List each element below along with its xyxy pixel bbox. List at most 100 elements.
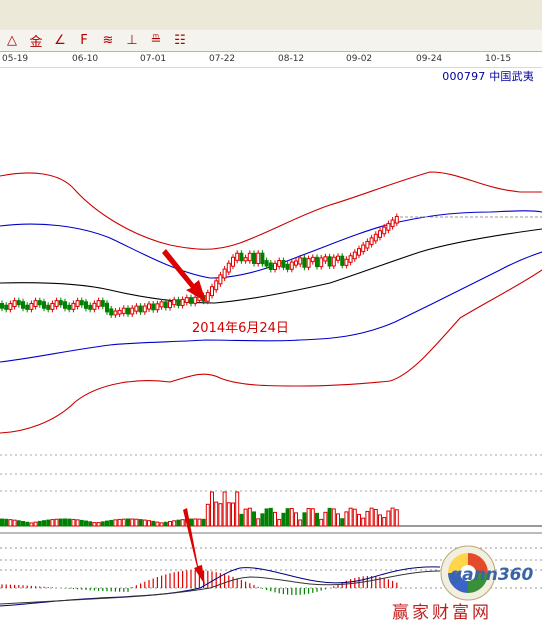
volume-bar [71,518,76,527]
volume-bar [294,512,298,527]
volume-bar [142,519,147,527]
volume-bar [306,508,311,527]
candle-body [168,301,172,309]
candle-body [121,307,126,314]
volume-bar [126,518,130,527]
watermark-slogan: 赢家财富网 [392,603,492,623]
candle-body [117,309,122,315]
volume-bar [109,519,114,527]
volume-bar [96,522,101,527]
candle-body [105,302,109,313]
candle-body [12,300,17,308]
volume-bar [25,521,30,527]
candle-body [37,300,42,306]
candle-body [4,304,9,310]
volume-bar [37,520,42,527]
volume-bar [201,518,206,527]
volume-bar [365,510,370,527]
candle-body [340,255,345,266]
candle-body [151,303,156,311]
date-annotation: 2014年6月24日 [192,321,289,336]
candle-body [289,261,294,270]
candle-body [365,240,370,249]
candle-body [29,303,34,310]
candle-body [273,262,277,270]
volume-bar [8,519,13,527]
candle-body [373,233,378,242]
volume-bar [239,513,244,527]
volume-bar [33,521,38,527]
volume-bar [357,513,361,527]
candle-body [352,251,357,260]
volume-bar [75,519,80,527]
candle-body [369,237,374,245]
volume-bar [67,518,72,527]
watermark-brand: gann360 [450,565,534,585]
volume-bar [105,520,109,527]
volume-bar [130,518,135,527]
candle-body [260,252,265,265]
candle-body [298,257,303,265]
volume-bar [214,501,219,527]
volume-bar [222,491,227,527]
volume-bar [121,518,126,527]
candle-body [130,307,135,315]
candle-body [319,257,324,268]
candle-body [247,252,252,262]
volume-bar [352,508,357,527]
volume-bar [336,513,340,527]
candle-body [58,300,63,306]
volume-bar [46,519,51,527]
volume-bar [285,508,290,527]
volume-bar [243,508,248,527]
candle-body [50,302,55,310]
volume-bar [21,520,25,527]
candle-body [96,300,101,307]
candle-body [222,268,227,279]
candle-body [172,299,177,306]
volume-bar [210,491,214,527]
candle-body [71,302,76,310]
volume-bar [323,511,328,527]
kline-chart[interactable] [0,0,542,626]
candle-body [54,300,59,307]
volume-bar [344,511,349,527]
candle-body [88,304,93,310]
volume-bar [92,522,97,527]
volume-bar [256,518,261,527]
candle-body [268,262,273,270]
volume-bar [58,518,63,527]
candle-body [126,307,130,315]
candle-body [63,301,67,309]
volume-bar [134,518,139,527]
volume-bar [394,509,399,527]
candle-body [394,215,399,224]
candlesticks [0,213,399,318]
volume-bar [260,513,265,527]
volume-bar [289,508,294,527]
candle-body [67,304,72,310]
volume-bar [151,520,156,527]
candle-body [218,274,223,285]
candle-body [210,286,214,297]
volume-bar [172,520,177,527]
candle-body [386,223,391,231]
volume-bar [29,522,34,527]
candle-body [348,255,353,263]
volume-bar [298,519,303,527]
candle-body [163,301,168,309]
candle-body [138,305,143,313]
boll-lower-outer [0,269,542,434]
volume-bar [252,511,256,527]
volume-bar [302,512,307,527]
candle-body [281,260,286,268]
candle-body [214,280,219,291]
volume-bar [54,518,59,527]
volume-bar [235,491,240,527]
volume-bar [147,520,151,527]
candle-body [84,301,88,309]
candle-body [100,300,105,307]
volume-bar [315,512,319,527]
volume-bar [168,521,172,527]
volume-bar [197,518,202,527]
